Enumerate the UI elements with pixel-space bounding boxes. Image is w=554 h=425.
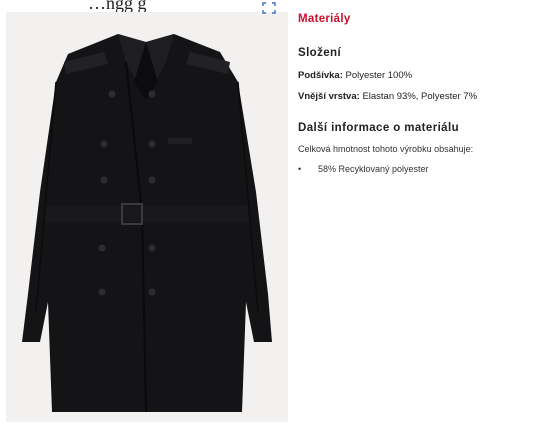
bullet-text: 58% Recyklovaný polyester	[318, 164, 429, 174]
bullet-icon: •	[298, 164, 302, 174]
expand-icon[interactable]	[262, 2, 276, 14]
weight-note: Celková hmotnost tohoto výrobku obsahuje…	[298, 144, 474, 154]
more-info-heading: Další informace o materiálu	[298, 122, 459, 134]
composition-label: Podšívka:	[298, 70, 343, 81]
composition-row-lining: Podšívka: Polyester 100%	[298, 70, 550, 82]
composition-value: Elastan 93%, Polyester 7%	[362, 91, 478, 102]
materials-panel: Materiály Složení Podšívka: Polyester 10…	[298, 12, 550, 175]
list-item: • 58% Recyklovaný polyester	[298, 163, 550, 175]
composition-row-outer: Vnější vrstva: Elastan 93%, Polyester 7%	[298, 91, 550, 103]
composition-value: Polyester 100%	[345, 70, 413, 81]
materials-title: Materiály	[298, 13, 351, 25]
coat-illustration	[6, 12, 288, 422]
composition-label: Vnější vrstva:	[298, 91, 360, 102]
composition-heading: Složení	[298, 47, 342, 59]
product-image[interactable]	[6, 12, 288, 422]
